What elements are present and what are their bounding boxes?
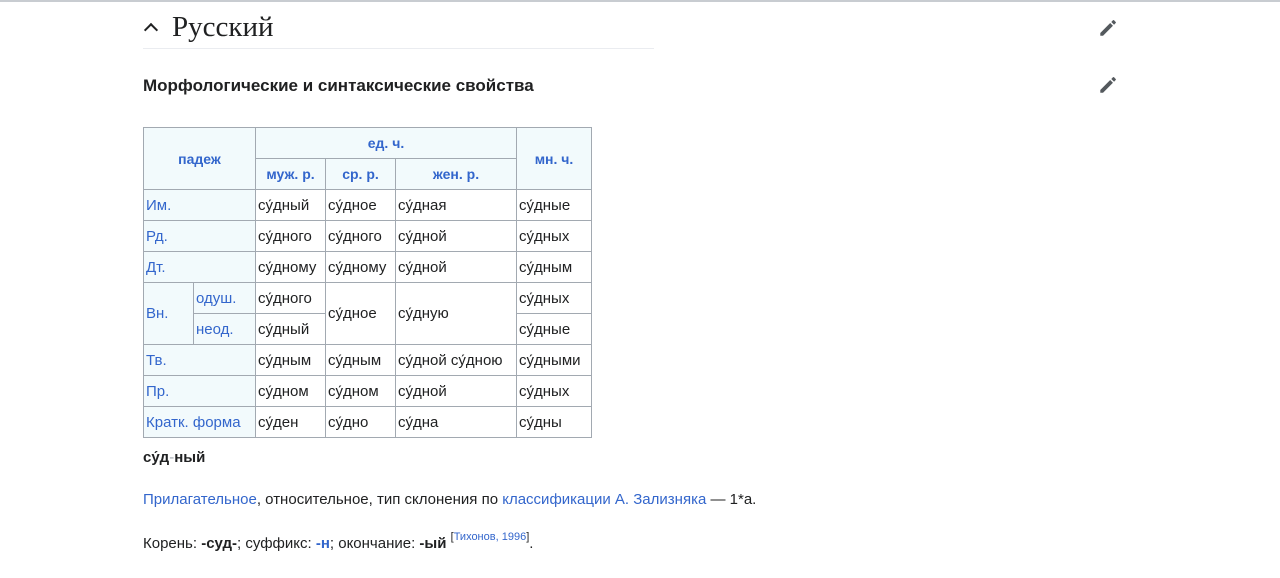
case-nominative[interactable]: Им. (143, 189, 256, 221)
cell-value: су́дные (516, 313, 592, 345)
cell-value: су́дных (516, 282, 592, 314)
sentence-end: . (529, 535, 534, 552)
root-label: Корень: (143, 535, 202, 552)
cell-value: су́дную (395, 282, 517, 345)
cell-value: су́дное (325, 282, 396, 345)
header-case[interactable]: падеж (143, 127, 256, 190)
header-singular[interactable]: ед. ч. (255, 127, 517, 159)
table-row: Пр. су́дном су́дном су́дной су́дных (143, 375, 592, 407)
declension-table: падеж ед. ч. мн. ч. муж. р. ср. р. жен. … (143, 127, 592, 438)
syllable-division: су́д-ный (143, 449, 205, 466)
cell-value: су́дны (516, 406, 592, 438)
case-prepositional[interactable]: Пр. (143, 375, 256, 407)
table-row: Кратк. форма су́ден су́дно су́дна су́дны (143, 406, 592, 438)
case-accusative-inanimate[interactable]: неод. (193, 313, 256, 345)
root-value: -суд- (201, 535, 238, 552)
header-feminine[interactable]: жен. р. (395, 158, 517, 190)
cell-value: су́дный (255, 313, 326, 345)
cell-value: су́дного (325, 220, 396, 252)
declension-type: — 1*a. (706, 491, 757, 508)
header-neuter[interactable]: ср. р. (325, 158, 396, 190)
suffix-link[interactable]: -н (316, 535, 330, 552)
cell-value: су́дной (395, 251, 517, 283)
cell-value: су́дная (395, 189, 517, 221)
cell-value: су́дных (516, 220, 592, 252)
cell-value: су́дного (255, 282, 326, 314)
case-genitive[interactable]: Рд. (143, 220, 256, 252)
table-row: Рд. су́дного су́дного су́дной су́дных (143, 220, 592, 252)
top-border (0, 0, 1280, 2)
table-header-row: падеж ед. ч. мн. ч. (143, 127, 592, 190)
section-header[interactable]: Русский (143, 10, 654, 49)
cell-value: су́дном (255, 375, 326, 407)
cell-value: су́дными (516, 344, 592, 376)
section-title: Русский (172, 11, 274, 43)
cell-value: су́дное (325, 189, 396, 221)
ref-bracket: ] (526, 531, 530, 543)
chevron-up-icon[interactable] (143, 22, 159, 38)
table-row: Тв. су́дным су́дным су́дной су́дною су́д… (143, 344, 592, 376)
cell-value: су́ден (255, 406, 326, 438)
cell-value: су́дные (516, 189, 592, 221)
edit-subsection-pencil-icon[interactable] (1097, 74, 1119, 96)
cell-value: су́дного (255, 220, 326, 252)
edit-section-pencil-icon[interactable] (1097, 17, 1119, 39)
part-of-speech-line: Прилагательное, относительное, тип склон… (143, 491, 756, 508)
morphemes-line: Корень: -суд-; суффикс: -н; окончание: -… (143, 531, 534, 552)
cell-value: су́дно (325, 406, 396, 438)
table-row: Вн. одуш. су́дного су́дное су́дную су́дн… (143, 282, 592, 345)
cell-value: су́дным (255, 344, 326, 376)
table-row: Им. су́дный су́дное су́дная су́дные (143, 189, 592, 221)
cell-value: су́дном (325, 375, 396, 407)
reference: [Тихонов, 1996] (451, 531, 530, 543)
subsection-title: Морфологические и синтаксические свойств… (143, 76, 534, 95)
syllable-part: су́д (143, 449, 170, 466)
case-instrumental[interactable]: Тв. (143, 344, 256, 376)
cell-value: су́дному (325, 251, 396, 283)
cell-value: су́дных (516, 375, 592, 407)
cell-value: су́дной су́дною (395, 344, 517, 376)
syllable-part: ный (174, 449, 206, 466)
case-short-form[interactable]: Кратк. форма (143, 406, 256, 438)
cell-value: су́дной (395, 220, 517, 252)
header-masculine[interactable]: муж. р. (255, 158, 326, 190)
cell-value: су́дным (325, 344, 396, 376)
reference-link[interactable]: Тихонов, 1996 (454, 531, 527, 543)
cell-value: су́дной (395, 375, 517, 407)
classification-link[interactable]: классификации А. Зализняка (502, 491, 706, 508)
ending-value: -ый (419, 535, 447, 552)
table-row: Дт. су́дному су́дному су́дной су́дным (143, 251, 592, 283)
pos-link[interactable]: Прилагательное (143, 491, 257, 508)
cell-value: су́дным (516, 251, 592, 283)
cell-value: су́дна (395, 406, 517, 438)
ending-label: ; окончание: (329, 535, 420, 552)
cell-value: су́дному (255, 251, 326, 283)
pos-text: , относительное, тип склонения по (256, 491, 503, 508)
suffix-label: ; суффикс: (237, 535, 316, 552)
case-accusative[interactable]: Вн. (143, 282, 194, 345)
case-dative[interactable]: Дт. (143, 251, 256, 283)
header-plural[interactable]: мн. ч. (516, 127, 592, 190)
case-accusative-animate[interactable]: одуш. (193, 282, 256, 314)
cell-value: су́дный (255, 189, 326, 221)
